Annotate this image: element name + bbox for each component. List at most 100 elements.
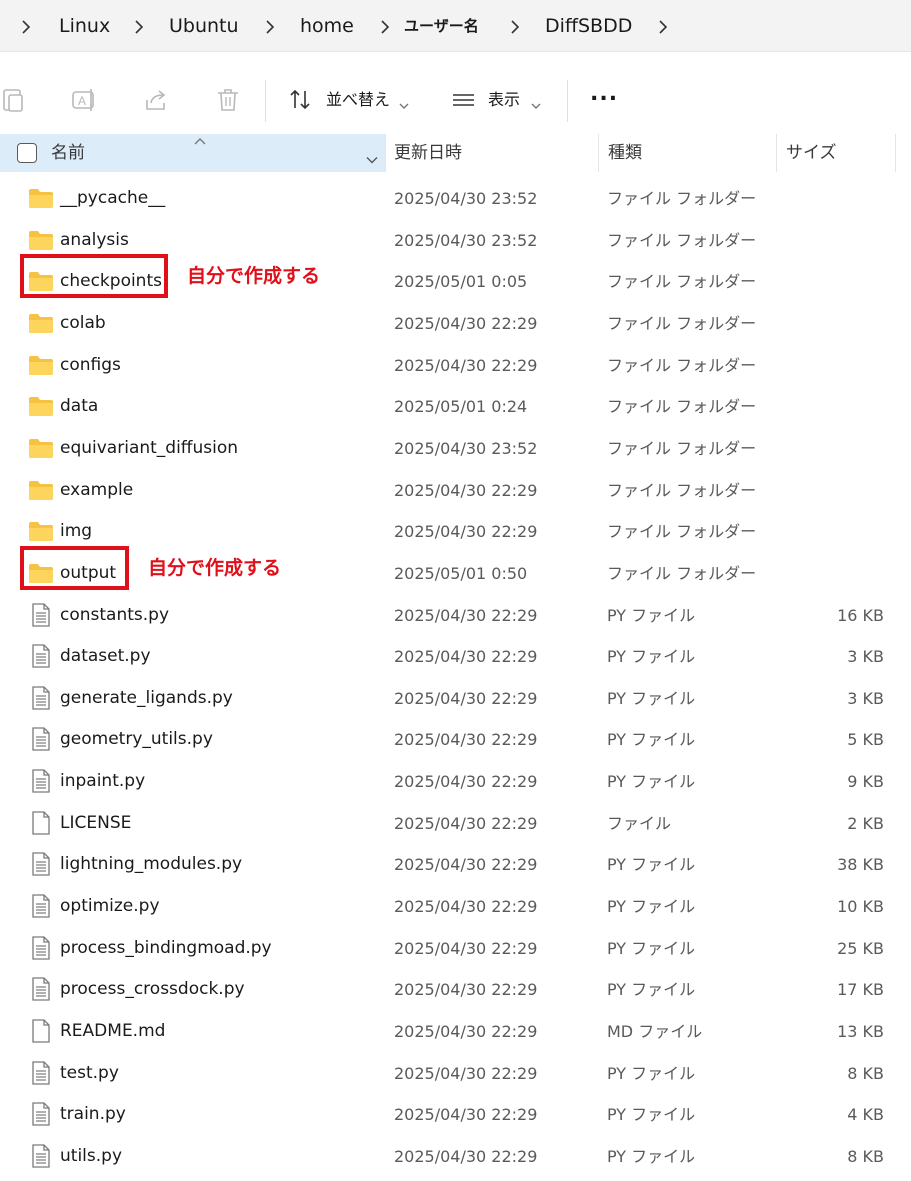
- folder-row[interactable]: __pycache__ 2025/04/30 23:52 ファイル フォルダー: [0, 178, 911, 219]
- file-date: 2025/04/30 23:52: [394, 189, 538, 208]
- chevron-right-icon[interactable]: [18, 12, 34, 40]
- file-date: 2025/05/01 0:05: [394, 272, 528, 292]
- file-name: geometry_utils.py: [60, 729, 213, 750]
- file-size: 2 KB: [847, 813, 884, 833]
- file-row[interactable]: dataset.py 2025/04/30 22:29 PY ファイル 3 KB: [0, 636, 911, 677]
- chevron-down-icon[interactable]: [531, 95, 541, 114]
- chevron-down-icon[interactable]: [399, 95, 409, 114]
- folder-row[interactable]: data 2025/05/01 0:24 ファイル フォルダー: [0, 386, 911, 427]
- text-file-icon: [28, 1144, 54, 1168]
- folder-row[interactable]: colab 2025/04/30 22:29 ファイル フォルダー: [0, 303, 911, 344]
- view-button[interactable]: 表示: [488, 88, 520, 112]
- file-size: 17 KB: [837, 980, 884, 1000]
- file-name: process_crossdock.py: [60, 979, 245, 1000]
- column-header-type[interactable]: 種類: [608, 134, 642, 172]
- blank-file-icon: [28, 811, 54, 835]
- file-date: 2025/04/30 22:29: [394, 897, 538, 916]
- file-type: ファイル フォルダー: [607, 563, 757, 583]
- file-name: generate_ligands.py: [60, 687, 233, 708]
- file-date: 2025/05/01 0:50: [394, 563, 528, 583]
- file-type: ファイル フォルダー: [607, 230, 757, 250]
- text-file-icon: [28, 852, 54, 877]
- file-row[interactable]: lightning_modules.py 2025/04/30 22:29 PY フ…: [0, 844, 911, 885]
- file-size: 10 KB: [837, 897, 884, 916]
- folder-icon: [28, 353, 54, 377]
- file-row[interactable]: geometry_utils.py 2025/04/30 22:29 PY ファイル…: [0, 719, 911, 760]
- chevron-right-icon[interactable]: [377, 12, 393, 40]
- folder-row[interactable]: example 2025/04/30 22:29 ファイル フォルダー: [0, 470, 911, 511]
- file-name: constants.py: [60, 604, 170, 625]
- column-header-name[interactable]: 名前: [51, 134, 85, 172]
- rename-icon[interactable]: A: [70, 86, 98, 114]
- share-icon[interactable]: [142, 86, 170, 114]
- annotation-label: 自分で作成する: [187, 265, 321, 288]
- folder-icon: [28, 478, 54, 502]
- svg-text:A: A: [78, 94, 86, 108]
- breadcrumb-item-username[interactable]: ユーザー名: [404, 12, 479, 40]
- paste-icon[interactable]: [0, 86, 28, 114]
- folder-row[interactable]: configs 2025/04/30 22:29 ファイル フォルダー: [0, 345, 911, 386]
- column-divider[interactable]: [598, 134, 599, 172]
- chevron-right-icon[interactable]: [507, 12, 523, 40]
- file-type: PY ファイル: [607, 605, 696, 625]
- file-date: 2025/04/30 22:29: [394, 313, 538, 333]
- folder-row[interactable]: output 2025/05/01 0:50 ファイル フォルダー: [0, 553, 911, 594]
- breadcrumb-item-linux[interactable]: Linux: [59, 12, 110, 40]
- file-row[interactable]: README.md 2025/04/30 22:29 MD ファイル 13 KB: [0, 1011, 911, 1052]
- file-row[interactable]: constants.py 2025/04/30 22:29 PY ファイル 16 KB: [0, 595, 911, 636]
- file-row[interactable]: process_bindingmoad.py 2025/04/30 22:29 PY…: [0, 928, 911, 969]
- file-date: 2025/04/30 22:29: [394, 688, 538, 708]
- file-row[interactable]: train.py 2025/04/30 22:29 PY ファイル 4 KB: [0, 1094, 911, 1135]
- column-header-date[interactable]: 更新日時: [394, 134, 462, 172]
- file-row[interactable]: process_crossdock.py 2025/04/30 22:29 PY フ…: [0, 969, 911, 1010]
- chevron-down-icon[interactable]: [366, 149, 378, 168]
- file-row[interactable]: optimize.py 2025/04/30 22:29 PY ファイル 10 KB: [0, 886, 911, 927]
- text-file-icon: [28, 977, 54, 1002]
- folder-row[interactable]: equivariant_diffusion 2025/04/30 23:52 ファイ…: [0, 428, 911, 469]
- chevron-right-icon[interactable]: [655, 12, 671, 40]
- file-date: 2025/04/30 22:29: [394, 1022, 538, 1041]
- column-divider[interactable]: [895, 134, 896, 172]
- file-name: data: [60, 396, 99, 417]
- folder-row[interactable]: img 2025/04/30 22:29 ファイル フォルダー: [0, 511, 911, 552]
- breadcrumb-item-diffsbdd[interactable]: DiffSBDD: [545, 12, 632, 40]
- file-row[interactable]: test.py 2025/04/30 22:29 PY ファイル 8 KB: [0, 1053, 911, 1094]
- sort-icon[interactable]: [287, 86, 315, 114]
- file-type: ファイル フォルダー: [607, 313, 757, 333]
- file-date: 2025/04/30 22:29: [394, 1063, 538, 1083]
- file-type: PY ファイル: [607, 772, 696, 792]
- column-divider[interactable]: [776, 134, 777, 172]
- breadcrumb: Linux Ubuntu home ユーザー名 DiffSBDD: [0, 0, 911, 52]
- file-name: equivariant_diffusion: [60, 437, 239, 458]
- chevron-right-icon[interactable]: [131, 12, 147, 40]
- toolbar-divider: [567, 80, 568, 122]
- delete-icon[interactable]: [214, 86, 242, 114]
- file-type: PY ファイル: [607, 938, 696, 958]
- file-name: configs: [60, 354, 121, 375]
- column-header-size[interactable]: サイズ: [786, 134, 837, 172]
- file-name: colab: [60, 312, 106, 333]
- column-divider[interactable]: [385, 134, 386, 172]
- folder-icon: [28, 311, 54, 335]
- breadcrumb-item-ubuntu[interactable]: Ubuntu: [169, 12, 239, 40]
- more-options-button[interactable]: ...: [590, 82, 618, 106]
- sort-button[interactable]: 並べ替え: [326, 88, 390, 112]
- file-type: PY ファイル: [607, 647, 696, 667]
- chevron-right-icon[interactable]: [262, 12, 278, 40]
- file-date: 2025/04/30 22:29: [394, 1146, 538, 1166]
- file-row[interactable]: inpaint.py 2025/04/30 22:29 PY ファイル 9 KB: [0, 761, 911, 802]
- file-row[interactable]: utils.py 2025/04/30 22:29 PY ファイル 8 KB: [0, 1136, 911, 1177]
- file-name: process_bindingmoad.py: [60, 937, 272, 958]
- view-list-icon[interactable]: [450, 86, 478, 114]
- file-name: optimize.py: [60, 896, 160, 916]
- file-row[interactable]: generate_ligands.py 2025/04/30 22:29 PY ファ…: [0, 678, 911, 719]
- file-date: 2025/04/30 22:29: [394, 647, 538, 667]
- file-date: 2025/05/01 0:24: [394, 397, 528, 417]
- file-row[interactable]: LICENSE 2025/04/30 22:29 ファイル 2 KB: [0, 803, 911, 844]
- file-size: 16 KB: [837, 605, 884, 625]
- breadcrumb-item-home[interactable]: home: [300, 12, 354, 40]
- file-name: train.py: [60, 1104, 126, 1125]
- select-all-checkbox[interactable]: [17, 143, 37, 163]
- file-size: 4 KB: [847, 1105, 884, 1125]
- file-type: PY ファイル: [607, 730, 696, 750]
